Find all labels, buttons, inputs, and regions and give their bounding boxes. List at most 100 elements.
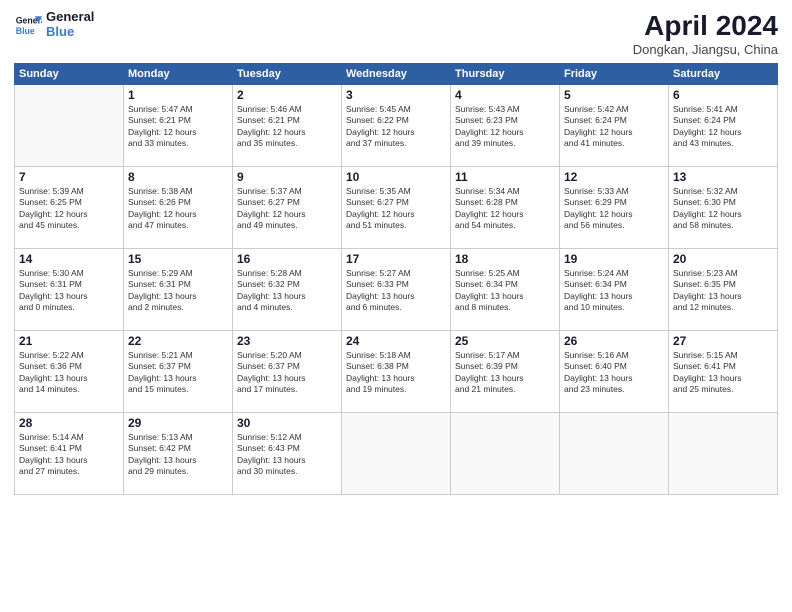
day-cell: 4 Sunrise: 5:43 AM Sunset: 6:23 PM Daylig…: [451, 85, 560, 167]
day-number: 3: [346, 88, 446, 102]
weekday-header-monday: Monday: [124, 64, 233, 85]
day-info: Sunrise: 5:23 AM Sunset: 6:35 PM Dayligh…: [673, 268, 773, 314]
day-number: 5: [564, 88, 664, 102]
day-cell: 11Sunrise: 5:34 AM Sunset: 6:28 PM Dayli…: [451, 167, 560, 249]
day-info: Sunrise: 5:16 AM Sunset: 6:40 PM Dayligh…: [564, 350, 664, 396]
day-cell: 5Sunrise: 5:42 AM Sunset: 6:24 PM Daylig…: [560, 85, 669, 167]
weekday-header-saturday: Saturday: [669, 64, 778, 85]
day-info: Sunrise: 5:22 AM Sunset: 6:36 PM Dayligh…: [19, 350, 119, 396]
day-info: Sunrise: 5:15 AM Sunset: 6:41 PM Dayligh…: [673, 350, 773, 396]
day-number: 7: [19, 170, 119, 184]
month-title: April 2024: [633, 10, 778, 42]
day-info: Sunrise: 5:35 AM Sunset: 6:27 PM Dayligh…: [346, 186, 446, 232]
day-info: Sunrise: 5:38 AM Sunset: 6:26 PM Dayligh…: [128, 186, 228, 232]
day-cell: 20 Sunrise: 5:23 AM Sunset: 6:35 PM Dayli…: [669, 249, 778, 331]
day-cell: 23 Sunrise: 5:20 AM Sunset: 6:37 PM Dayli…: [233, 331, 342, 413]
weekday-header-wednesday: Wednesday: [342, 64, 451, 85]
day-cell: 15Sunrise: 5:29 AM Sunset: 6:31 PM Dayli…: [124, 249, 233, 331]
day-number: 19: [564, 252, 664, 266]
day-cell: 8 Sunrise: 5:38 AM Sunset: 6:26 PM Daylig…: [124, 167, 233, 249]
day-number: 29: [128, 416, 228, 430]
day-info: Sunrise: 5:41 AM Sunset: 6:24 PM Dayligh…: [673, 104, 773, 150]
week-row-0: 1Sunrise: 5:47 AM Sunset: 6:21 PM Daylig…: [15, 85, 778, 167]
day-number: 8: [128, 170, 228, 184]
day-cell: 10 Sunrise: 5:35 AM Sunset: 6:27 PM Dayli…: [342, 167, 451, 249]
week-row-2: 14 Sunrise: 5:30 AM Sunset: 6:31 PM Dayli…: [15, 249, 778, 331]
logo-icon: General Blue: [14, 11, 42, 39]
day-number: 10: [346, 170, 446, 184]
day-cell: 9 Sunrise: 5:37 AM Sunset: 6:27 PM Daylig…: [233, 167, 342, 249]
week-row-4: 28 Sunrise: 5:14 AM Sunset: 6:41 PM Dayli…: [15, 413, 778, 495]
week-row-1: 7 Sunrise: 5:39 AM Sunset: 6:25 PM Daylig…: [15, 167, 778, 249]
day-cell: 29 Sunrise: 5:13 AM Sunset: 6:42 PM Dayli…: [124, 413, 233, 495]
day-number: 18: [455, 252, 555, 266]
day-cell: 3 Sunrise: 5:45 AM Sunset: 6:22 PM Daylig…: [342, 85, 451, 167]
header: General Blue General Blue April 2024 Don…: [14, 10, 778, 57]
day-info: Sunrise: 5:12 AM Sunset: 6:43 PM Dayligh…: [237, 432, 337, 478]
day-cell: [560, 413, 669, 495]
weekday-header-row: SundayMondayTuesdayWednesdayThursdayFrid…: [15, 64, 778, 85]
day-cell: 28 Sunrise: 5:14 AM Sunset: 6:41 PM Dayli…: [15, 413, 124, 495]
day-info: Sunrise: 5:39 AM Sunset: 6:25 PM Dayligh…: [19, 186, 119, 232]
weekday-header-sunday: Sunday: [15, 64, 124, 85]
day-cell: 6 Sunrise: 5:41 AM Sunset: 6:24 PM Daylig…: [669, 85, 778, 167]
day-info: Sunrise: 5:25 AM Sunset: 6:34 PM Dayligh…: [455, 268, 555, 314]
day-number: 9: [237, 170, 337, 184]
day-info: Sunrise: 5:14 AM Sunset: 6:41 PM Dayligh…: [19, 432, 119, 478]
day-info: Sunrise: 5:21 AM Sunset: 6:37 PM Dayligh…: [128, 350, 228, 396]
day-number: 20: [673, 252, 773, 266]
day-number: 4: [455, 88, 555, 102]
calendar-container: General Blue General Blue April 2024 Don…: [0, 0, 792, 612]
day-cell: [451, 413, 560, 495]
day-number: 28: [19, 416, 119, 430]
day-number: 24: [346, 334, 446, 348]
day-cell: 2 Sunrise: 5:46 AM Sunset: 6:21 PM Daylig…: [233, 85, 342, 167]
day-number: 26: [564, 334, 664, 348]
weekday-header-friday: Friday: [560, 64, 669, 85]
day-info: Sunrise: 5:34 AM Sunset: 6:28 PM Dayligh…: [455, 186, 555, 232]
day-number: 1: [128, 88, 228, 102]
day-cell: [15, 85, 124, 167]
day-cell: 25Sunrise: 5:17 AM Sunset: 6:39 PM Dayli…: [451, 331, 560, 413]
day-cell: 26 Sunrise: 5:16 AM Sunset: 6:40 PM Dayli…: [560, 331, 669, 413]
day-cell: 30Sunrise: 5:12 AM Sunset: 6:43 PM Dayli…: [233, 413, 342, 495]
day-info: Sunrise: 5:18 AM Sunset: 6:38 PM Dayligh…: [346, 350, 446, 396]
day-info: Sunrise: 5:24 AM Sunset: 6:34 PM Dayligh…: [564, 268, 664, 314]
day-number: 23: [237, 334, 337, 348]
day-info: Sunrise: 5:30 AM Sunset: 6:31 PM Dayligh…: [19, 268, 119, 314]
day-number: 21: [19, 334, 119, 348]
logo-blue: Blue: [46, 25, 94, 40]
day-info: Sunrise: 5:37 AM Sunset: 6:27 PM Dayligh…: [237, 186, 337, 232]
day-cell: 18 Sunrise: 5:25 AM Sunset: 6:34 PM Dayli…: [451, 249, 560, 331]
day-cell: [342, 413, 451, 495]
logo: General Blue General Blue: [14, 10, 94, 40]
day-info: Sunrise: 5:17 AM Sunset: 6:39 PM Dayligh…: [455, 350, 555, 396]
day-info: Sunrise: 5:46 AM Sunset: 6:21 PM Dayligh…: [237, 104, 337, 150]
day-cell: 14 Sunrise: 5:30 AM Sunset: 6:31 PM Dayli…: [15, 249, 124, 331]
day-info: Sunrise: 5:28 AM Sunset: 6:32 PM Dayligh…: [237, 268, 337, 314]
day-cell: 1Sunrise: 5:47 AM Sunset: 6:21 PM Daylig…: [124, 85, 233, 167]
day-info: Sunrise: 5:13 AM Sunset: 6:42 PM Dayligh…: [128, 432, 228, 478]
day-cell: 17 Sunrise: 5:27 AM Sunset: 6:33 PM Dayli…: [342, 249, 451, 331]
day-number: 16: [237, 252, 337, 266]
day-cell: 22Sunrise: 5:21 AM Sunset: 6:37 PM Dayli…: [124, 331, 233, 413]
day-number: 17: [346, 252, 446, 266]
day-number: 14: [19, 252, 119, 266]
subtitle: Dongkan, Jiangsu, China: [633, 42, 778, 57]
day-info: Sunrise: 5:45 AM Sunset: 6:22 PM Dayligh…: [346, 104, 446, 150]
day-cell: 12Sunrise: 5:33 AM Sunset: 6:29 PM Dayli…: [560, 167, 669, 249]
day-number: 12: [564, 170, 664, 184]
day-info: Sunrise: 5:43 AM Sunset: 6:23 PM Dayligh…: [455, 104, 555, 150]
day-info: Sunrise: 5:27 AM Sunset: 6:33 PM Dayligh…: [346, 268, 446, 314]
week-row-3: 21 Sunrise: 5:22 AM Sunset: 6:36 PM Dayli…: [15, 331, 778, 413]
logo-general: General: [46, 10, 94, 25]
day-number: 6: [673, 88, 773, 102]
day-cell: 21 Sunrise: 5:22 AM Sunset: 6:36 PM Dayli…: [15, 331, 124, 413]
day-cell: 13Sunrise: 5:32 AM Sunset: 6:30 PM Dayli…: [669, 167, 778, 249]
calendar-table: SundayMondayTuesdayWednesdayThursdayFrid…: [14, 63, 778, 495]
day-cell: 16 Sunrise: 5:28 AM Sunset: 6:32 PM Dayli…: [233, 249, 342, 331]
title-block: April 2024 Dongkan, Jiangsu, China: [633, 10, 778, 57]
day-cell: [669, 413, 778, 495]
day-number: 2: [237, 88, 337, 102]
day-info: Sunrise: 5:20 AM Sunset: 6:37 PM Dayligh…: [237, 350, 337, 396]
